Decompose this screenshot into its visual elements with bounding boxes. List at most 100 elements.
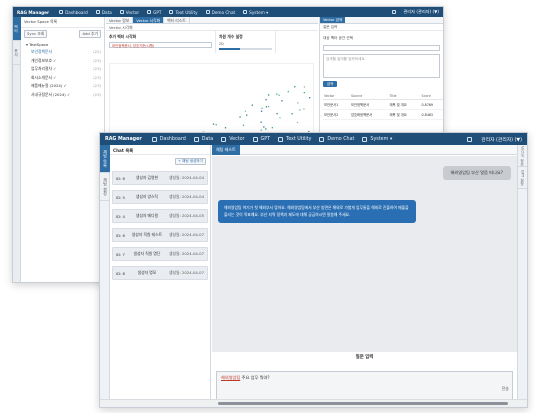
nav-item-label: System ▾ <box>370 136 393 142</box>
scatter-point <box>309 97 311 99</box>
vtab-gpt-settings[interactable]: GPT 설정 <box>518 167 527 189</box>
nav-item-label: Vector <box>229 136 245 142</box>
query-textarea[interactable]: 검색할 질의를 입력하세요 <box>323 54 440 78</box>
scatter-point <box>267 94 270 96</box>
sync-button[interactable]: Sync 조회 <box>24 30 48 38</box>
chat-list-item[interactable]: ID: 7 생성자 직원 명단 생성일: 2024-04-07 <box>112 247 208 261</box>
tree-item[interactable]: 개인정보보호 ✓ (23) <box>21 57 104 66</box>
nav-item-gpt[interactable]: GPT <box>252 136 270 142</box>
vtab-chat-settings[interactable]: 채팅 설정 <box>100 173 110 201</box>
card-title: 추가 벡터 시각화 <box>109 34 137 39</box>
scrollbar-thumb[interactable] <box>218 402 508 405</box>
user-message: 해외영업팀 부산 얼음 떠나요? <box>442 166 511 180</box>
vtab-vector[interactable]: 벡터 <box>13 17 21 41</box>
tree-item[interactable]: 제품매뉴얼 (2024) ✓ (23) <box>21 82 104 91</box>
system-icon <box>362 136 368 142</box>
tree-item[interactable]: 보안정책문서 (22) <box>21 48 104 57</box>
nav-item-label: Dashboard <box>159 136 186 142</box>
tree-item[interactable]: 사내규정문서 (2024) ✓ (23) <box>21 91 104 100</box>
nav-item-system[interactable]: System ▾ <box>243 10 268 15</box>
vector-select[interactable]: 보안정책문서, 암호기준(시행) <box>109 42 212 48</box>
document-icon[interactable] <box>392 10 397 14</box>
scatter-point <box>260 110 263 112</box>
tab-vector-visualization[interactable]: Vector 시각화 <box>133 17 165 23</box>
new-chat-button[interactable]: + 채팅 생성하기 <box>174 158 206 165</box>
table-cell: 암호화정책문서 <box>349 109 389 120</box>
vtab-vector-info[interactable]: Vector 정보 <box>518 145 527 167</box>
table-cell: 보안문서2 <box>323 109 350 120</box>
search-button[interactable]: 검색 <box>323 81 337 87</box>
nav-item-vector[interactable]: Vector <box>119 9 140 15</box>
tab-vector-list[interactable]: 벡터 리스트 <box>164 17 190 23</box>
vtab-document[interactable]: 문서 <box>13 41 21 65</box>
chat-list-item[interactable]: ID: 6 생성자 직원 테스트 생성일: 2024-04-07 <box>112 228 208 242</box>
nav-item-gpt[interactable]: GPT <box>147 10 161 15</box>
user-menu[interactable]: 관리자 (관리자) (▼) <box>403 9 439 15</box>
chat-id: ID: 6 <box>116 232 125 238</box>
chat-name: 생성자 김영현 <box>135 175 159 180</box>
nav-item-dashboard[interactable]: Dashboard <box>151 136 186 142</box>
sidebar-title: Vector Space 목록 <box>21 17 104 28</box>
nav-item-data[interactable]: Data <box>193 136 214 142</box>
tree-item-label: 회사소개문서 ✓ <box>31 74 57 80</box>
scatter-point <box>271 127 273 129</box>
scatter-point <box>261 107 263 109</box>
nav-item-data[interactable]: Data <box>95 10 112 15</box>
nav-item-label: Data <box>201 136 214 142</box>
scatter-point <box>263 126 265 128</box>
chat-list-item[interactable]: ID: 4 생성자 메디컬 생성일: 2024-04-05 <box>112 209 208 223</box>
gpt-icon <box>252 136 258 142</box>
tab-vector-info[interactable]: Vector 정보 <box>106 17 134 23</box>
chat-list-item[interactable]: ID: 5 생성자 양스틱 생성일: 2024-04-04 <box>112 190 208 204</box>
brand-title: RAG Manager <box>105 136 142 142</box>
nav-item-text-utility[interactable]: Text Utility <box>169 10 198 15</box>
vector-space-select[interactable] <box>323 45 440 51</box>
nav-item-label: Text Utility <box>286 136 312 142</box>
chat-name: 생성자 직원 테스트 <box>131 232 163 237</box>
tree-item[interactable]: 회사소개문서 ✓ (23) <box>21 74 104 83</box>
chat-date: 생성일: 2024-04-05 <box>168 213 204 218</box>
chat-date: 생성일: 2024-04-07 <box>168 270 204 275</box>
table-row[interactable]: 보안문서2 암호화정책문서 제목 및 개요 0.8463 <box>323 109 443 120</box>
tree-item[interactable]: 업무처리절차 ✓ (23) <box>21 65 104 74</box>
document-icon[interactable] <box>467 136 473 142</box>
chat-date: 생성일: 2024-04-07 <box>168 251 204 256</box>
nav-item-label: Vector <box>125 9 140 15</box>
scatter-point <box>303 86 306 88</box>
tree-item-label: 업무처리절차 ✓ <box>31 66 57 71</box>
chat-list-item[interactable]: ID: 8 생성자 명모 생성일: 2024-04-07 <box>112 266 208 280</box>
user-menu[interactable]: 관리자 (관리자) (▼) <box>481 136 522 143</box>
tab-chat-test[interactable]: 채팅 테스트 <box>212 145 240 155</box>
chat-panel: 채팅 테스트 해외영업팀 부산 얼음 떠나요? 해외영업팀 여기가 첫 해외부서… <box>212 145 517 407</box>
scatter-point <box>265 106 268 108</box>
tree-item-count: (23) <box>93 91 101 97</box>
table-cell: 제목 및 개요 <box>388 99 421 110</box>
add-button[interactable]: Add 추가 <box>79 30 101 38</box>
scatter-point <box>279 117 281 119</box>
scatter-point <box>251 104 253 106</box>
chat-id: ID: 6 <box>116 175 125 181</box>
chat-list-item[interactable]: ID: 6 생성자 김영현 생성일: 2024-04-04 <box>112 171 208 185</box>
send-button[interactable]: 전송 <box>502 386 509 392</box>
text-utility-icon <box>278 136 284 142</box>
scatter-point <box>294 86 296 88</box>
scatter-point <box>281 100 283 102</box>
nav-item-demo-chat[interactable]: Demo Chat <box>205 10 235 15</box>
nav-item-system[interactable]: System ▾ <box>362 136 393 142</box>
top-navbar: RAG Manager Dashboard Data Vector GPT Text U… <box>100 133 527 145</box>
table-row[interactable]: 보안문서1 보안정책문서 제목 및 개요 0.8769 <box>323 99 443 110</box>
nav-item-dashboard[interactable]: Dashboard <box>59 10 88 15</box>
nav-item-demo-chat[interactable]: Demo Chat <box>319 136 354 142</box>
horizontal-scrollbar[interactable] <box>100 399 527 407</box>
panel-subtitle: 질문 입력 <box>320 24 443 31</box>
scatter-point <box>278 94 280 96</box>
data-icon <box>193 136 199 142</box>
nav-item-text-utility[interactable]: Text Utility <box>278 136 312 142</box>
tree-item-count: (23) <box>93 74 101 80</box>
dimension-slider[interactable] <box>219 48 272 50</box>
vtab-chat-list[interactable]: 채팅 목록 <box>100 145 110 173</box>
nav-item-vector[interactable]: Vector <box>221 136 245 142</box>
input-highlight: 해외영업팀 <box>221 375 241 380</box>
tree-root[interactable]: ▾ TextSpace <box>21 40 104 48</box>
tab-vector-search[interactable]: Vector 검색 <box>320 17 346 23</box>
